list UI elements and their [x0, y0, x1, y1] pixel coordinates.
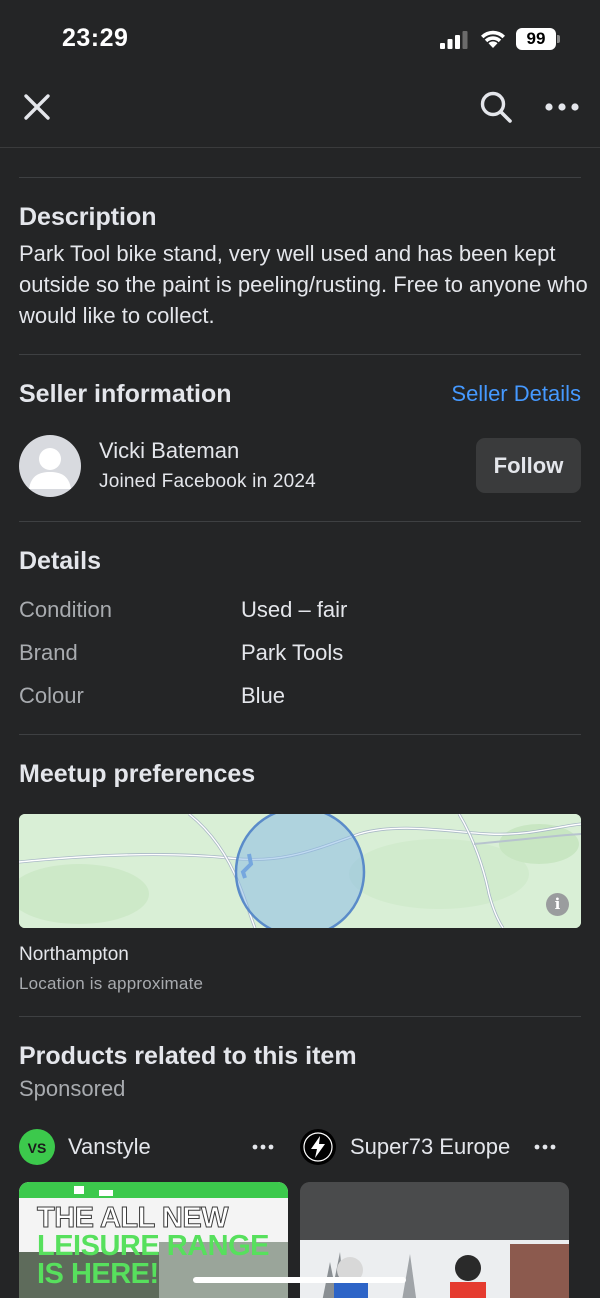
ad-headline-line-1: THE ALL NEW	[37, 1202, 230, 1234]
battery-level: 99	[516, 28, 556, 50]
detail-label-condition: Condition	[19, 597, 112, 622]
location-name: Northampton	[19, 944, 129, 965]
status-bar: 23:29 99	[0, 0, 600, 80]
divider	[19, 354, 581, 355]
vanstyle-logo-text: VS	[28, 1140, 47, 1156]
more-icon[interactable]	[251, 1135, 275, 1159]
seller-joined: Joined Facebook in 2024	[99, 471, 316, 492]
divider	[19, 177, 581, 178]
default-avatar-icon	[29, 448, 71, 489]
description-text: Park Tool bike stand, very well used and…	[19, 241, 588, 328]
detail-label-colour: Colour	[19, 683, 84, 708]
more-icon[interactable]	[533, 1135, 557, 1159]
vanstyle-logo[interactable]: VS	[19, 1129, 55, 1165]
seller-info-title: Seller information	[19, 380, 232, 408]
search-icon[interactable]	[479, 90, 513, 124]
follow-button[interactable]: Follow	[476, 438, 581, 493]
battery-icon: 99	[516, 28, 560, 50]
description-title: Description	[19, 203, 157, 231]
lightning-icon	[303, 1132, 333, 1162]
map-info-icon[interactable]: i	[546, 893, 569, 916]
location-map[interactable]: i	[19, 814, 581, 928]
divider	[19, 734, 581, 735]
ad-headline-line-2: LEISURE RANGE	[37, 1230, 269, 1262]
detail-value-brand: Park Tools	[241, 640, 344, 665]
super73-logo[interactable]	[300, 1129, 336, 1165]
meetup-title: Meetup preferences	[19, 760, 256, 788]
signal-icon	[440, 31, 468, 49]
related-title: Products related to this item	[19, 1042, 357, 1070]
map-graphic	[19, 814, 581, 928]
advertiser-name-super73[interactable]: Super73 Europe	[350, 1134, 510, 1160]
status-time: 23:29	[62, 24, 129, 52]
divider	[19, 1016, 581, 1017]
battery-tip	[557, 35, 560, 43]
ad-headline: THE ALL NEW LEISURE RANGE IS HERE!	[37, 1202, 270, 1290]
detail-label-brand: Brand	[19, 640, 78, 665]
details-title: Details	[19, 547, 101, 575]
nav-bar	[0, 80, 600, 148]
vanstyle-logo-icon: VS	[28, 1140, 47, 1156]
seller-details-link[interactable]: Seller Details	[451, 381, 581, 407]
sponsored-label: Sponsored	[19, 1076, 126, 1101]
ad-headline-line-3: IS HERE!	[37, 1258, 159, 1290]
close-icon[interactable]	[22, 92, 52, 122]
detail-value-condition: Used – fair	[241, 597, 348, 622]
seller-name[interactable]: Vicki Bateman	[99, 438, 239, 464]
home-indicator[interactable]	[193, 1277, 406, 1283]
avatar[interactable]	[19, 435, 81, 497]
wifi-icon	[481, 30, 505, 48]
location-note: Location is approximate	[19, 974, 204, 993]
detail-value-colour: Blue	[241, 683, 286, 708]
divider	[19, 521, 581, 522]
advertiser-name-vanstyle[interactable]: Vanstyle	[68, 1134, 151, 1160]
more-icon[interactable]	[544, 96, 580, 118]
